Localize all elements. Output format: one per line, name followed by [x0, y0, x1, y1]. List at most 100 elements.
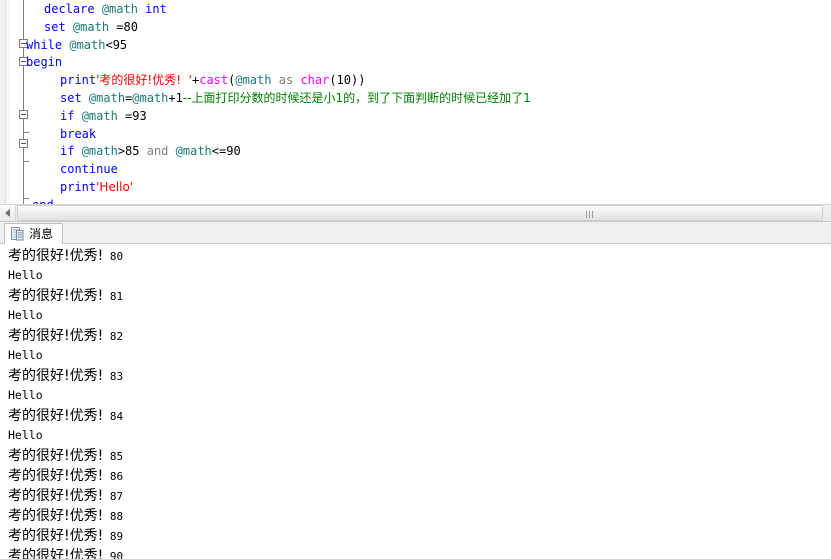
message-line: 考的很好!优秀! 82 [8, 328, 123, 344]
code-token-plain: =80 [109, 19, 138, 34]
code-token-kw: set [60, 91, 82, 105]
code-line[interactable]: if @math>85 and @math<=90 [0, 143, 241, 161]
message-line: 考的很好!优秀! 85 [8, 448, 123, 464]
message-line: Hello [8, 427, 43, 443]
code-token-fn: char [300, 73, 330, 88]
code-line[interactable]: if @math =93 [0, 108, 147, 126]
code-token-kw: break [60, 126, 97, 141]
message-text: 考的很好!优秀! [8, 528, 104, 544]
message-score: 86 [103, 470, 124, 483]
message-text: Hello [8, 428, 43, 442]
tab-messages-label: 消息 [29, 227, 54, 241]
code-token-str: '考的很好!优秀! ' [96, 73, 192, 88]
message-text: 考的很好!优秀! [8, 408, 104, 424]
message-text: 考的很好!优秀! [8, 488, 104, 504]
message-line: 考的很好!优秀! 81 [8, 288, 123, 304]
code-token-op: and [146, 144, 169, 159]
code-token-plain: >85 [117, 144, 147, 159]
message-score: 83 [103, 370, 124, 383]
message-score: 89 [103, 530, 124, 543]
results-pane: 消息 考的很好!优秀! 80 Hello 考的很好!优秀! 81 Hello 考的很好!… [0, 221, 831, 559]
message-text: 考的很好!优秀! [8, 448, 104, 464]
message-line: Hello [8, 267, 43, 283]
messages-document-icon [11, 227, 24, 241]
message-text: Hello [8, 348, 43, 362]
code-line[interactable]: break [0, 126, 96, 144]
message-text: 考的很好!优秀! [8, 368, 104, 384]
message-line: Hello [8, 347, 43, 363]
code-token-var: @math [235, 73, 272, 88]
code-token-var: @math [88, 91, 126, 105]
code-line[interactable]: set @math=@math+1--上面打印分数的时候还是小1的，到了下面判断… [0, 90, 531, 108]
message-line: Hello [8, 307, 43, 323]
code-line[interactable]: print'考的很好!优秀! '+cast(@math as char(10)) [0, 72, 365, 90]
editor-horizontal-scrollbar[interactable] [0, 204, 831, 221]
code-token-var: @math [81, 144, 118, 159]
code-token-fn: cast [199, 73, 229, 88]
message-text: Hello [8, 268, 43, 282]
message-score: 80 [103, 250, 124, 263]
message-score: 88 [103, 510, 124, 523]
scroll-left-icon[interactable] [0, 205, 16, 221]
code-token-plain: +1 [168, 91, 183, 105]
message-text: Hello [8, 388, 43, 402]
results-tabstrip: 消息 [0, 222, 831, 244]
code-line[interactable]: declare @math int [0, 1, 167, 19]
message-line: 考的很好!优秀! 80 [8, 248, 123, 264]
code-token-var: @math [132, 91, 169, 105]
message-line: Hello [8, 387, 43, 403]
message-line: 考的很好!优秀! 83 [8, 368, 123, 384]
message-line: 考的很好!优秀! 89 [8, 528, 123, 544]
message-line: 考的很好!优秀! 90 [8, 548, 123, 559]
code-token-kw: declare [44, 2, 95, 16]
message-line: 考的很好!优秀! 88 [8, 508, 123, 524]
message-line: 考的很好!优秀! 84 [8, 408, 123, 424]
code-token-plain: <95 [105, 37, 128, 52]
code-line[interactable]: continue [0, 161, 118, 179]
message-line: 考的很好!优秀! 87 [8, 488, 123, 504]
scrollbar-thumb[interactable] [17, 205, 823, 221]
message-line: 考的很好!优秀! 86 [8, 468, 123, 484]
message-text: 考的很好!优秀! [8, 468, 104, 484]
message-text: 考的很好!优秀! [8, 248, 104, 264]
message-text: 考的很好!优秀! [8, 328, 104, 344]
message-text: 考的很好!优秀! [8, 288, 104, 304]
code-token-kw: print [60, 180, 97, 194]
code-line[interactable]: print'Hello' [0, 179, 133, 197]
tab-messages[interactable]: 消息 [4, 223, 64, 244]
code-token-plain: (10)) [329, 73, 366, 88]
messages-output-area[interactable]: 考的很好!优秀! 80 Hello 考的很好!优秀! 81 Hello 考的很好!优秀!… [0, 244, 831, 559]
message-text: 考的很好!优秀! [8, 508, 104, 524]
code-token-plain: =93 [117, 108, 147, 123]
code-token-var: @math [69, 37, 106, 52]
code-token-op: as [278, 73, 294, 88]
code-token-var: @math [72, 19, 110, 34]
code-line[interactable]: while @math<95 [0, 37, 127, 55]
message-score: 84 [103, 410, 124, 423]
code-token-kw: if [60, 144, 75, 159]
code-line[interactable]: set @math =80 [0, 19, 138, 37]
message-text: 考的很好!优秀! [8, 548, 104, 559]
message-score: 85 [103, 450, 124, 463]
code-token-kw: set [44, 19, 66, 34]
code-token-var: @math [175, 144, 212, 159]
code-token-str: 'Hello' [96, 180, 134, 194]
code-line[interactable]: begin [0, 54, 62, 72]
code-token-plain: <=90 [211, 144, 241, 159]
code-token-kw: print [60, 73, 97, 88]
code-token-cmt: --上面打印分数的时候还是小1的，到了下面判断的时候已经加了1 [182, 91, 531, 105]
code-token-kw: begin [26, 55, 63, 70]
editor-code-area[interactable]: declare @math int set @math =80 while @mat… [0, 0, 831, 204]
code-token-kw: int [145, 2, 167, 16]
code-token-kw: continue [60, 162, 118, 177]
sql-editor-pane[interactable]: declare @math int set @math =80 while @mat… [0, 0, 831, 204]
code-token-var: @math [81, 108, 118, 123]
code-line[interactable]: end [0, 197, 54, 204]
scroll-grip-icon [586, 211, 594, 218]
